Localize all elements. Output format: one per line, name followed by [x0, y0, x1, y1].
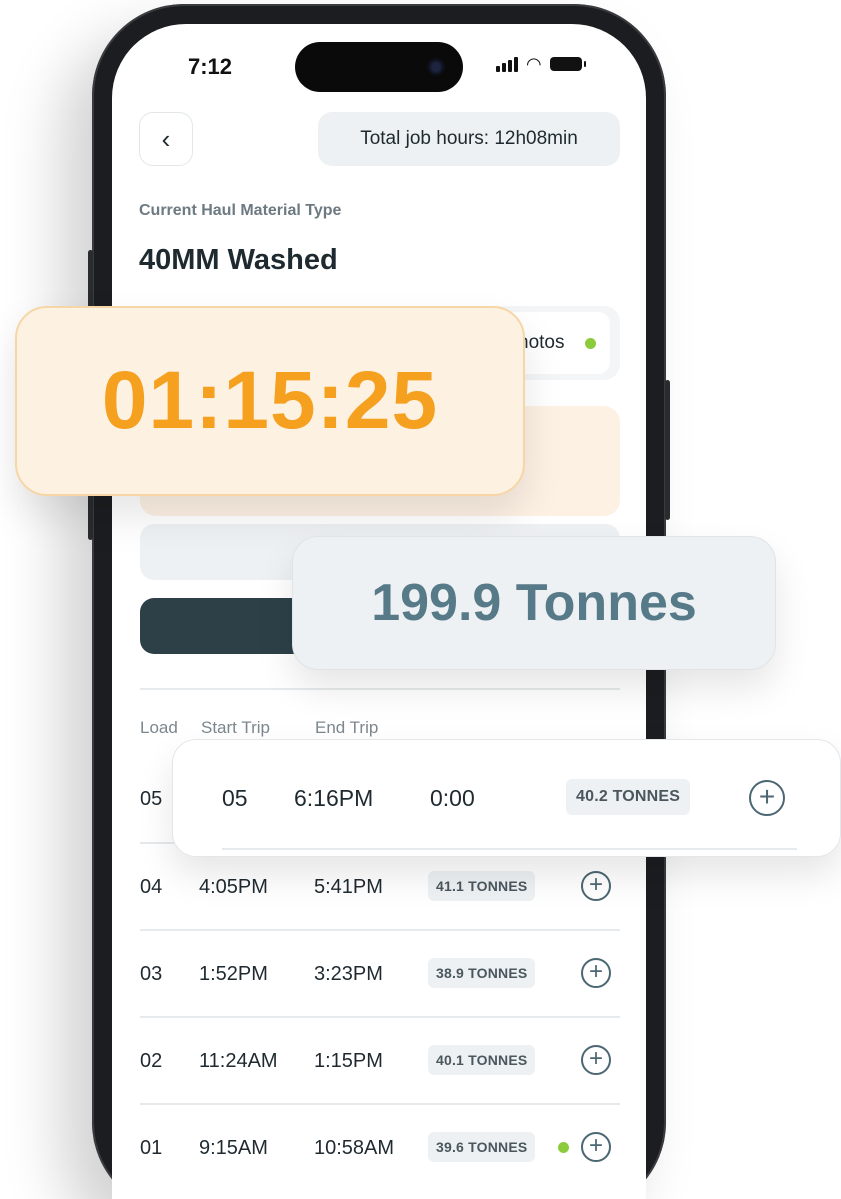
- photos-status-dot: [585, 338, 596, 349]
- plus-circle-icon[interactable]: +: [581, 1132, 611, 1162]
- active-end-trip: 0:00: [430, 785, 475, 811]
- row-tonnes-badge: 38.9 TONNES: [428, 958, 536, 988]
- camera-lens: [427, 58, 445, 76]
- column-header-start-trip: Start Trip: [201, 718, 270, 737]
- active-card-separator: [222, 848, 797, 850]
- wifi-icon: ◠: [526, 54, 542, 74]
- row-load: 04: [140, 876, 163, 898]
- row-separator: [140, 1103, 620, 1105]
- row-load: 02: [140, 1050, 163, 1072]
- back-button[interactable]: ‹: [139, 112, 193, 166]
- row-load: 01: [140, 1137, 163, 1159]
- column-header-load: Load: [140, 718, 178, 737]
- active-start-trip: 6:16PM: [294, 785, 374, 811]
- timer-value: 01:15:25: [101, 355, 439, 446]
- status-time: 7:12: [188, 54, 233, 79]
- row-separator: [140, 1016, 620, 1018]
- row-tonnes-badge: 39.6 TONNES: [428, 1132, 536, 1162]
- row-start-trip: 4:05PM: [199, 876, 268, 898]
- row-end-trip: 1:15PM: [314, 1050, 383, 1072]
- active-load-number: 05: [222, 785, 248, 811]
- row-tonnes-badge: 40.1 TONNES: [428, 1045, 536, 1075]
- row-load: 05: [140, 788, 163, 810]
- signal-icon: [496, 56, 518, 72]
- plus-circle-icon[interactable]: +: [581, 1045, 611, 1075]
- row-end-trip: 3:23PM: [314, 963, 383, 985]
- total-tonnes-card: 199.9 Tonnes: [292, 536, 776, 670]
- material-type-value: 40MM Washed: [139, 244, 338, 276]
- column-header-end-trip: End Trip: [315, 718, 379, 737]
- plus-circle-icon[interactable]: +: [581, 871, 611, 901]
- phone-power-button: [665, 380, 670, 520]
- plus-circle-icon[interactable]: +: [581, 958, 611, 988]
- row-separator: [140, 929, 620, 931]
- row-load: 03: [140, 963, 163, 985]
- phone-side-button: [88, 250, 93, 310]
- row-tonnes-badge: 41.1 TONNES: [428, 871, 536, 901]
- timer-card: 01:15:25: [15, 306, 525, 496]
- row-status-dot: [558, 1142, 569, 1153]
- row-start-trip: 1:52PM: [199, 963, 268, 985]
- battery-icon: [549, 57, 586, 71]
- row-end-trip: 5:41PM: [314, 876, 383, 898]
- chevron-left-icon: ‹: [161, 123, 171, 154]
- total-tonnes-value: 199.9 Tonnes: [371, 574, 697, 632]
- divider: [140, 688, 620, 690]
- active-tonnes-badge: 40.2 TONNES: [566, 779, 691, 815]
- row-end-trip: 10:58AM: [314, 1137, 395, 1159]
- row-start-trip: 11:24AM: [199, 1050, 278, 1072]
- active-load-card[interactable]: [172, 739, 841, 857]
- plus-circle-icon[interactable]: +: [749, 780, 785, 816]
- material-type-label: Current Haul Material Type: [139, 202, 342, 219]
- total-job-hours-badge: Total job hours: 12h08min: [318, 112, 620, 166]
- status-icons: ◠: [496, 54, 586, 74]
- row-start-trip: 9:15AM: [199, 1137, 268, 1159]
